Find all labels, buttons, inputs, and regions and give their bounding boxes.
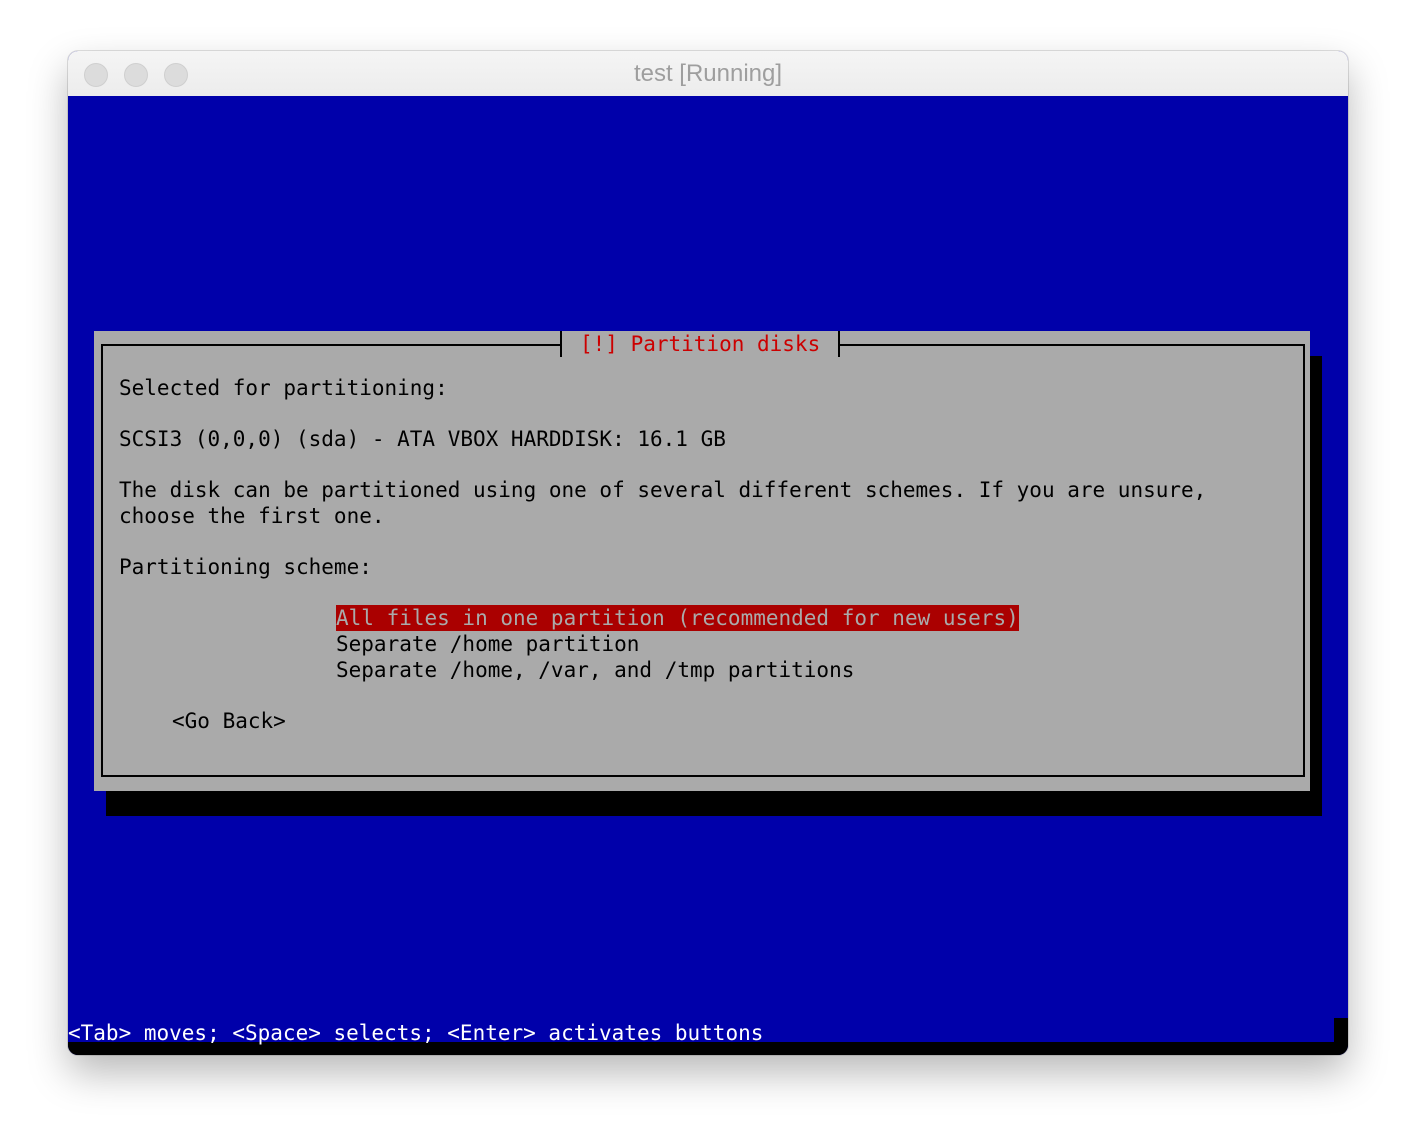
description-line-2: choose the first one. <box>119 504 385 528</box>
selected-label: Selected for partitioning: <box>119 376 448 400</box>
disk-info: SCSI3 (0,0,0) (sda) - ATA VBOX HARDDISK:… <box>119 427 726 451</box>
window-title: test [Running] <box>633 60 783 87</box>
description-line-1: The disk can be partitioned using one of… <box>119 478 1207 502</box>
scheme-label: Partitioning scheme: <box>119 555 372 579</box>
option-separate-home-var-tmp[interactable]: Separate /home, /var, and /tmp partition… <box>336 657 854 683</box>
go-back-button[interactable]: <Go Back> <box>172 708 286 734</box>
dialog-title-box: [!] Partition disks <box>560 331 841 357</box>
partition-dialog: [!] Partition disks Selected for partiti… <box>94 331 1310 791</box>
vm-window: test [Running] [!] Partition disks Selec… <box>68 51 1348 1055</box>
option-all-files-one-partition[interactable]: All files in one partition (recommended … <box>336 605 1019 631</box>
installer-screen: [!] Partition disks Selected for partiti… <box>68 96 1348 1055</box>
status-bar: <Tab> moves; <Space> selects; <Enter> ac… <box>68 1021 764 1045</box>
window-titlebar: test [Running] <box>68 51 1348 97</box>
dialog-title: [!] Partition disks <box>580 332 821 356</box>
option-separate-home[interactable]: Separate /home partition <box>336 631 639 657</box>
